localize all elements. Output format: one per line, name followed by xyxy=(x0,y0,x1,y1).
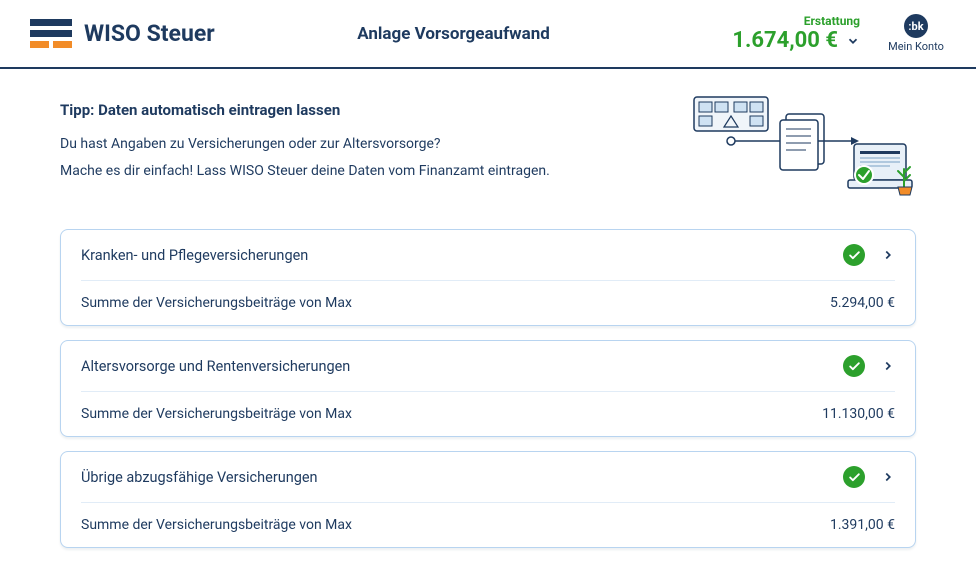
card-uebrige: Übrige abzugsfähige Versicherungen Summe… xyxy=(60,451,916,548)
tip-line-1: Du hast Angaben zu Versicherungen oder z… xyxy=(60,131,666,158)
app-header: WISO Steuer Anlage Vorsorgeaufwand Ersta… xyxy=(0,0,976,69)
chevron-right-icon xyxy=(881,359,895,373)
card-body: Summe der Versicherungsbeiträge von Max … xyxy=(81,502,895,547)
card-header[interactable]: Übrige abzugsfähige Versicherungen xyxy=(61,452,915,502)
card-sum-value: 11.130,00 € xyxy=(822,406,895,422)
chevron-right-icon xyxy=(881,470,895,484)
logo-icon xyxy=(30,19,72,49)
card-body: Summe der Versicherungsbeiträge von Max … xyxy=(81,391,895,436)
card-title: Altersvorsorge und Rentenversicherungen xyxy=(81,358,843,375)
account-icon: :bk xyxy=(904,14,928,38)
tip-line-2: Mache es dir einfach! Lass WISO Steuer d… xyxy=(60,158,666,185)
card-altersvorsorge: Altersvorsorge und Rentenversicherungen … xyxy=(60,340,916,437)
card-sum-value: 1.391,00 € xyxy=(830,517,895,533)
check-badge-icon xyxy=(843,244,865,266)
check-badge-icon xyxy=(843,466,865,488)
tip-text: Tipp: Daten automatisch eintragen lassen… xyxy=(60,101,666,199)
card-kranken-pflege: Kranken- und Pflegeversicherungen Summe … xyxy=(60,229,916,326)
check-badge-icon xyxy=(843,355,865,377)
card-sum-label: Summe der Versicherungsbeiträge von Max xyxy=(81,517,352,533)
account-label: Mein Konto xyxy=(888,40,944,53)
main-content: Tipp: Daten automatisch eintragen lassen… xyxy=(0,69,976,548)
card-title: Übrige abzugsfähige Versicherungen xyxy=(81,469,843,486)
card-sum-label: Summe der Versicherungsbeiträge von Max xyxy=(81,406,352,422)
refund-amount: 1.674,00 € xyxy=(732,28,838,53)
account-area[interactable]: :bk Mein Konto xyxy=(886,14,946,53)
chevron-right-icon xyxy=(881,248,895,262)
card-sum-value: 5.294,00 € xyxy=(830,295,895,311)
data-transfer-illustration xyxy=(686,89,916,199)
card-title: Kranken- und Pflegeversicherungen xyxy=(81,247,843,264)
chevron-down-icon[interactable] xyxy=(846,34,860,48)
page-title: Anlage Vorsorgeaufwand xyxy=(175,24,733,44)
refund-area[interactable]: Erstattung 1.674,00 € xyxy=(732,14,860,53)
tip-title: Tipp: Daten automatisch eintragen lassen xyxy=(60,101,666,119)
card-body: Summe der Versicherungsbeiträge von Max … xyxy=(81,280,895,325)
refund-label: Erstattung xyxy=(804,14,860,28)
tip-section: Tipp: Daten automatisch eintragen lassen… xyxy=(60,101,916,199)
card-sum-label: Summe der Versicherungsbeiträge von Max xyxy=(81,295,352,311)
card-header[interactable]: Altersvorsorge und Rentenversicherungen xyxy=(61,341,915,391)
card-header[interactable]: Kranken- und Pflegeversicherungen xyxy=(61,230,915,280)
